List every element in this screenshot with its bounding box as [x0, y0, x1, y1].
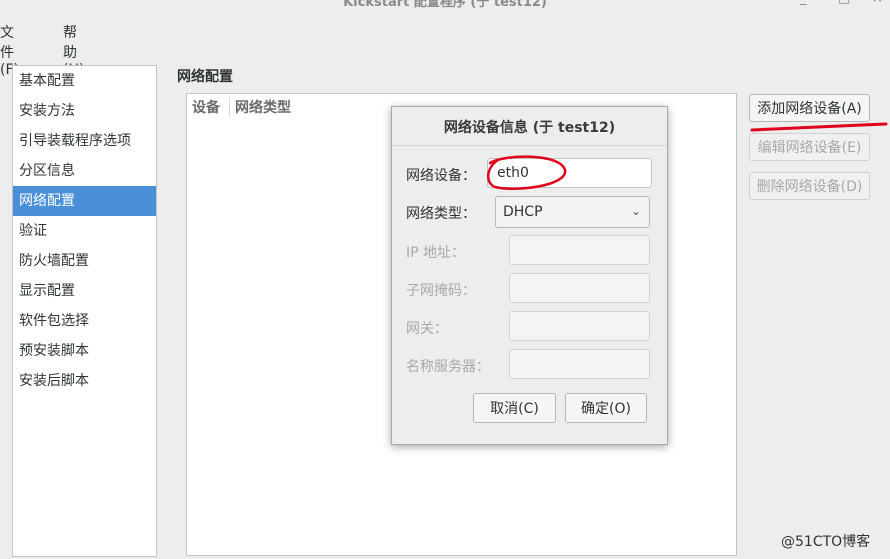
network-type-select[interactable]: DHCP ⌄ — [495, 196, 650, 228]
network-device-value: eth0 — [497, 165, 529, 181]
sidebar-item-auth[interactable]: 验证 — [13, 216, 156, 246]
add-network-device-button[interactable]: 添加网络设备(A) — [749, 94, 870, 122]
column-header-network-type[interactable]: 网络类型 — [235, 97, 291, 117]
network-type-label: 网络类型： — [406, 206, 476, 222]
window-title: Kickstart 配置程序 (于 test12) — [343, 0, 547, 10]
chevron-down-icon: ⌄ — [630, 204, 641, 218]
network-device-dialog: 网络设备信息 (于 test12) 网络设备： eth0 网络类型： DHCP … — [391, 106, 668, 445]
sidebar-item-firewall[interactable]: 防火墙配置 — [13, 246, 156, 276]
sidebar: 基本配置 安装方法 引导装载程序选项 分区信息 网络配置 验证 防火墙配置 显示… — [12, 65, 157, 557]
title-bar: Kickstart 配置程序 (于 test12) _ □ × — [0, 0, 890, 12]
nameserver-label: 名称服务器： — [406, 359, 490, 375]
dialog-divider — [392, 145, 667, 146]
column-divider — [229, 97, 230, 117]
netmask-label: 子网掩码： — [406, 283, 476, 299]
network-device-label: 网络设备： — [406, 168, 476, 184]
sidebar-item-post-script[interactable]: 安装后脚本 — [13, 366, 156, 396]
network-type-value: DHCP — [503, 204, 543, 220]
section-title: 网络配置 — [177, 69, 233, 85]
column-header-device[interactable]: 设备 — [192, 97, 220, 117]
sidebar-item-pre-script[interactable]: 预安装脚本 — [13, 336, 156, 366]
minimize-button[interactable]: _ — [800, 0, 807, 6]
gateway-label: 网关： — [406, 321, 448, 337]
sidebar-item-install-method[interactable]: 安装方法 — [13, 96, 156, 126]
sidebar-item-bootloader[interactable]: 引导装载程序选项 — [13, 126, 156, 156]
sidebar-item-basic[interactable]: 基本配置 — [13, 66, 156, 96]
watermark: @51CTO博客 — [781, 534, 871, 550]
maximize-button[interactable]: □ — [838, 0, 850, 6]
sidebar-item-partition[interactable]: 分区信息 — [13, 156, 156, 186]
sidebar-item-packages[interactable]: 软件包选择 — [13, 306, 156, 336]
cancel-button[interactable]: 取消(C) — [473, 393, 556, 423]
netmask-input[interactable] — [509, 273, 650, 303]
close-button[interactable]: × — [872, 0, 883, 6]
edit-network-device-button[interactable]: 编辑网络设备(E) — [749, 133, 870, 161]
delete-network-device-button[interactable]: 删除网络设备(D) — [749, 172, 870, 200]
sidebar-item-display[interactable]: 显示配置 — [13, 276, 156, 306]
annotation-underline — [750, 122, 888, 132]
dialog-title: 网络设备信息 (于 test12) — [443, 120, 616, 136]
ip-address-input[interactable] — [509, 235, 650, 265]
ip-address-label: IP 地址： — [406, 245, 466, 261]
nameserver-input[interactable] — [509, 349, 650, 379]
sidebar-item-network[interactable]: 网络配置 — [13, 186, 156, 216]
gateway-input[interactable] — [509, 311, 650, 341]
ok-button[interactable]: 确定(O) — [565, 393, 647, 423]
network-device-input[interactable]: eth0 — [487, 158, 652, 188]
